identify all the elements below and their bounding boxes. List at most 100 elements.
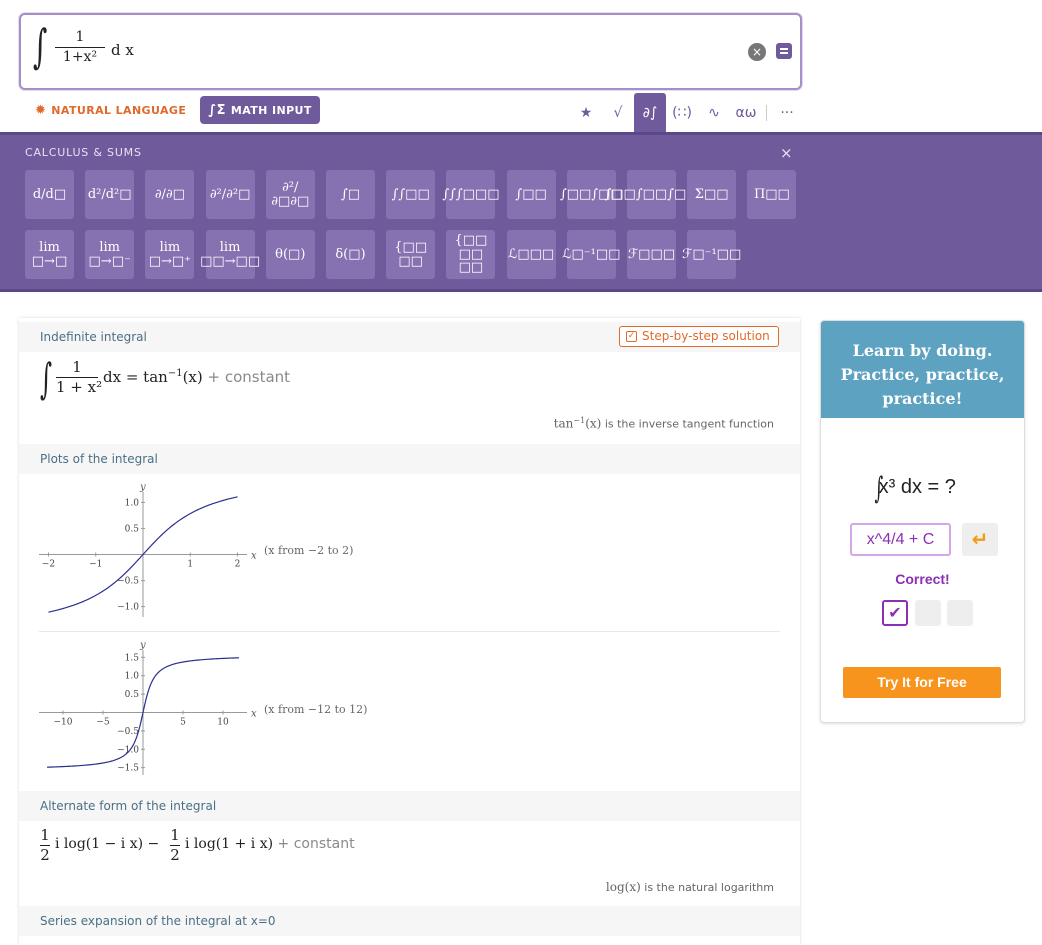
calculus-palette: CALCULUS & SUMS × d/d□ d²/d²□ ∂/∂□ ∂²/∂²□ ∂²…: [0, 132, 1042, 292]
keyboard-toggle-icon[interactable]: [776, 43, 792, 59]
natural-log-note: log(x) is the natural logarithm: [606, 880, 774, 894]
palette-button-row2-7[interactable]: {□□ □□ □□: [446, 230, 496, 279]
calculus-icon[interactable]: ∂∫: [634, 93, 666, 132]
alternate-term-2: i log(1 + i x): [185, 836, 274, 852]
x-tick-label: −5: [96, 718, 110, 728]
x-tick-label: 10: [217, 718, 229, 728]
palette-close-icon[interactable]: ×: [780, 144, 793, 162]
y-tick-label: 0.5: [125, 524, 140, 534]
results-pod: Indefinite integral ✓ Step-by-step solut…: [19, 318, 800, 945]
palette-button-row2-2[interactable]: lim □→□⁺: [145, 230, 195, 279]
palette-button-row1-4[interactable]: ∂²/∂□∂□: [265, 170, 315, 219]
palette-button-row2-6[interactable]: {□□ □□: [386, 230, 436, 279]
plot-range-label: (x from −12 to 12): [264, 703, 368, 716]
palette-button-row1-10[interactable]: ∫□□∫□□∫□□: [605, 170, 699, 219]
palette-button-row1-2[interactable]: ∂/∂□: [145, 170, 195, 219]
integral-sign: ∫: [40, 354, 53, 403]
toolbar-divider: [766, 104, 767, 121]
y-tick-label: 1.0: [125, 498, 140, 508]
note-text: is the inverse tangent function: [601, 417, 774, 431]
fraction-denominator: 2: [40, 846, 50, 864]
clear-input-button[interactable]: ×: [748, 43, 766, 61]
differential: d x: [111, 41, 134, 59]
palette-button-row2-11[interactable]: ℱ□⁻¹□□: [682, 230, 741, 279]
fraction-numerator: 1: [55, 29, 105, 48]
pod-title: Indefinite integral: [40, 330, 147, 344]
palette-button-row2-0[interactable]: lim □→□: [25, 230, 74, 279]
plot-x-from-minus2-to-2: xy−2 −1 1 2−1.0−0.50.51.0: [39, 482, 257, 617]
note-superscript: −1: [573, 416, 586, 425]
palette-button-row2-10[interactable]: ℱ□□□: [627, 230, 676, 279]
y-tick-label: 1.5: [125, 653, 140, 663]
palette-button-row1-11[interactable]: Σ□□: [687, 170, 737, 219]
input-mode-switch: ✹ NATURAL LANGUAGE ∫Σ MATH INPUT: [27, 95, 320, 125]
result-fraction: 1 1 + x²: [56, 358, 102, 396]
pod-header-series: Series expansion of the integral at x=0: [19, 906, 800, 936]
inverse-tangent-note: tan−1(x) is the inverse tangent function: [554, 416, 774, 431]
palette-button-row2-4[interactable]: θ(□): [265, 230, 315, 279]
x-tick-label: 1: [187, 560, 193, 570]
inverse-superscript: −1: [167, 368, 183, 379]
note-text: is the natural logarithm: [640, 881, 774, 894]
fraction-denominator: 1 + x²: [56, 378, 103, 396]
constant-term: + constant: [207, 368, 291, 386]
ad-question-text: x³ dx = ?: [878, 476, 956, 498]
step-by-step-button[interactable]: ✓ Step-by-step solution: [619, 326, 779, 347]
ad-answer-input[interactable]: x^4/4 + C: [850, 523, 951, 556]
wave-icon[interactable]: ∿: [698, 93, 730, 132]
pod-header-alternate: Alternate form of the integral: [19, 791, 800, 821]
note-function: log(x): [605, 880, 641, 894]
palette-button-row1-3[interactable]: ∂²/∂²□: [205, 170, 255, 219]
enter-arrow-icon[interactable]: ↵: [962, 523, 998, 556]
integral-sign: ∫: [874, 471, 884, 506]
palette-title: CALCULUS & SUMS: [25, 146, 142, 159]
sqrt-icon[interactable]: √: [602, 93, 634, 132]
x-axis-label: x: [251, 709, 257, 720]
ad-question: ∫x³ dx = ?: [871, 471, 956, 506]
palette-button-row1-1[interactable]: d²/d²□: [85, 170, 135, 219]
x-tick-label: 5: [180, 718, 186, 728]
fraction-denominator: 2: [170, 846, 180, 864]
try-it-free-button[interactable]: Try It for Free: [843, 667, 1001, 698]
ad-correct-label: Correct!: [895, 571, 950, 587]
star-icon[interactable]: ★: [570, 93, 602, 132]
plot-divider: [39, 631, 780, 632]
fraction-numerator: 1: [170, 826, 180, 846]
note-function: tan: [553, 416, 574, 431]
natural-language-mode-button[interactable]: ✹ NATURAL LANGUAGE: [27, 96, 194, 124]
palette-button-row1-7[interactable]: ∫∫∫□□□: [442, 170, 499, 219]
palette-button-row1-12[interactable]: Π□□: [747, 170, 797, 219]
math-input-mode-button[interactable]: ∫Σ MATH INPUT: [200, 96, 320, 124]
pod-title: Plots of the integral: [40, 452, 158, 466]
pod-title: Series expansion of the integral at x=0: [40, 914, 276, 928]
palette-button-row2-8[interactable]: ℒ□□□: [506, 230, 556, 279]
indefinite-integral-result: ∫ 1 1 + x² dx = tan−1(x) + constant: [40, 358, 440, 403]
y-tick-label: −1.0: [117, 603, 139, 613]
alternate-form-result: 1 2 i log(1 − i x) − 1 2 i log(1 + i x) …: [40, 826, 440, 866]
palette-button-row1-5[interactable]: ∫□: [326, 170, 375, 219]
note-argument: (x): [585, 416, 602, 431]
y-tick-label: −1.5: [117, 764, 139, 774]
palette-button-row2-9[interactable]: ℒ□⁻¹□□: [562, 230, 620, 279]
y-tick-label: −1.0: [117, 745, 139, 755]
palette-button-row2-1[interactable]: lim □→□⁻: [85, 230, 135, 279]
progress-box: [947, 600, 973, 626]
ad-headline: Learn by doing. Practice, practice, prac…: [821, 321, 1024, 418]
function-argument: (x): [182, 368, 203, 386]
pod-title: Alternate form of the integral: [40, 799, 217, 813]
fraction-numerator: 1: [56, 358, 98, 378]
math-input-field[interactable]: ∫ 1 1+x² d x ×: [19, 13, 802, 90]
x-tick-label: 2: [235, 560, 241, 570]
palette-button-row1-6[interactable]: ∫∫□□: [386, 170, 436, 219]
plot-x-from-minus12-to-12: x y −10 −5 5 10 −1.5 −1.0 −0.5 0.5 1.0 1.5: [39, 640, 257, 775]
palette-button-row1-0[interactable]: d/d□: [25, 170, 74, 219]
greek-icon[interactable]: αω: [730, 93, 762, 132]
palette-button-row1-8[interactable]: ∫□□: [506, 170, 556, 219]
x-axis-label: x: [251, 551, 257, 562]
y-tick-label: −0.5: [117, 727, 139, 737]
palette-button-row2-5[interactable]: δ(□): [326, 230, 375, 279]
matrix-icon[interactable]: (∷): [666, 93, 698, 132]
more-icon[interactable]: ···: [771, 93, 803, 132]
palette-button-row2-3[interactable]: lim □□→□□: [200, 230, 260, 279]
y-axis-label: y: [139, 640, 146, 651]
